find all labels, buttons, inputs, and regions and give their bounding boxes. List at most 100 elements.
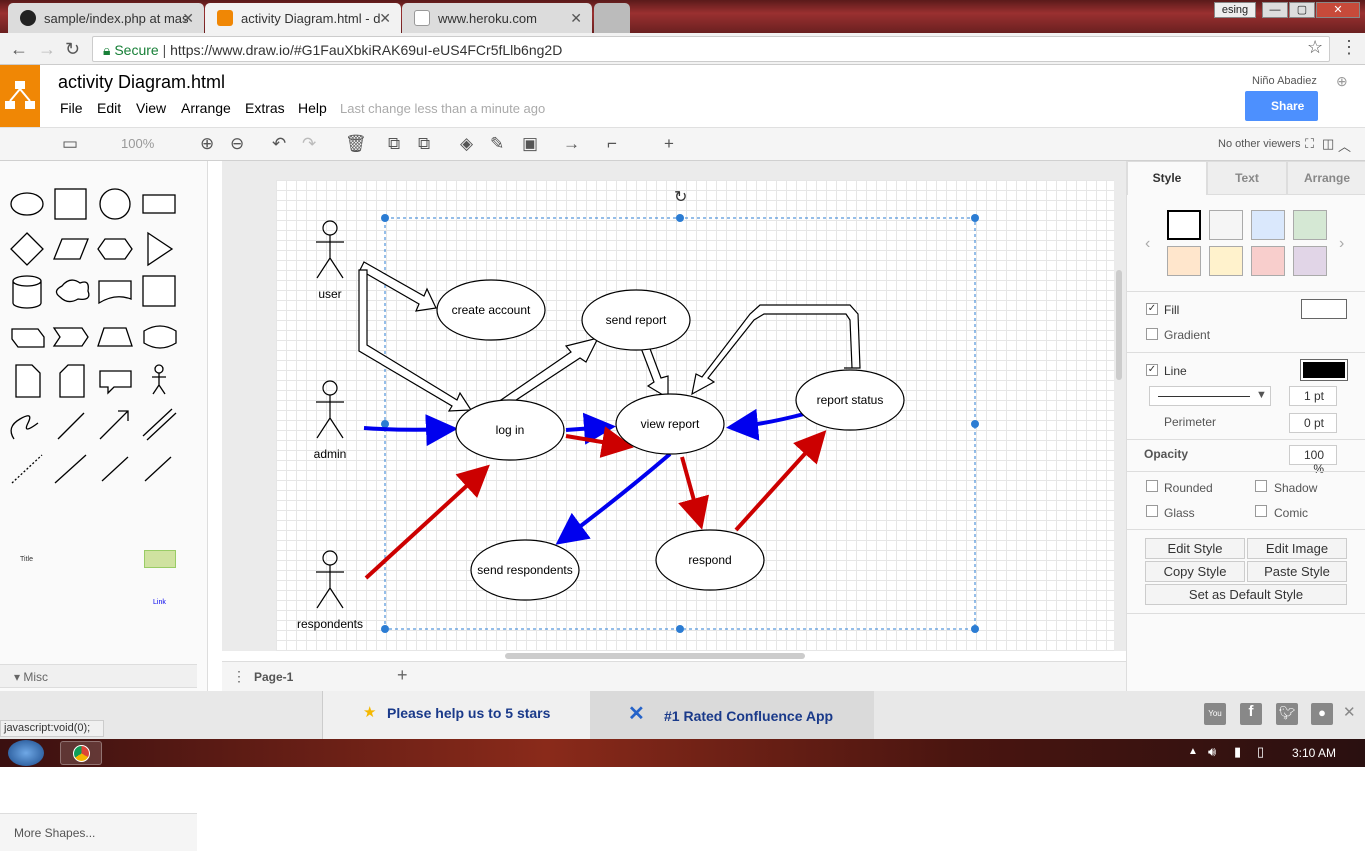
close-window-button[interactable]: ✕ [1316, 2, 1360, 18]
menu-extras[interactable]: Extras [245, 100, 285, 116]
close-tab-icon[interactable]: ✕ [570, 10, 582, 27]
gradient-checkbox[interactable] [1146, 328, 1158, 340]
to-front-icon[interactable]: ⧉ [388, 134, 400, 154]
redo-icon[interactable]: ↷ [302, 134, 316, 154]
zoom-out-icon[interactable]: ⊖ [230, 134, 244, 154]
url-field[interactable]: 🔒︎ Secure | https://www.draw.io/#G1FauXb… [92, 36, 1330, 62]
style-swatch[interactable] [1293, 246, 1327, 276]
tab-text[interactable]: Text [1207, 161, 1287, 195]
fullscreen-icon[interactable]: ⛶ [1305, 136, 1314, 152]
style-swatch[interactable] [1293, 210, 1327, 240]
edit-style-button[interactable]: Edit Style [1145, 538, 1245, 559]
misc-section-header[interactable]: ▾ Misc [0, 664, 197, 688]
github-icon[interactable]: ● [1311, 703, 1333, 725]
chrome-taskbar-button[interactable] [60, 741, 102, 765]
maximize-button[interactable]: ▢ [1289, 2, 1315, 18]
close-tab-icon[interactable]: ✕ [182, 10, 194, 27]
zoom-select[interactable]: 100% [121, 136, 154, 151]
to-back-icon[interactable]: ⧉ [418, 134, 430, 154]
twitter-icon[interactable]: 🐦︎ [1276, 703, 1298, 725]
insert-icon[interactable]: + [664, 134, 674, 154]
tray-expand-icon[interactable]: ▲ [1188, 746, 1198, 757]
shadow-icon[interactable]: ▣ [522, 134, 538, 154]
line-color-button[interactable] [1300, 359, 1348, 381]
drawio-logo[interactable] [0, 65, 40, 127]
comic-checkbox[interactable] [1255, 505, 1267, 517]
format-panel-icon[interactable]: ▭ [62, 134, 78, 154]
fill-color-icon[interactable]: ◈ [460, 134, 473, 154]
tab-arrange[interactable]: Arrange [1287, 161, 1365, 195]
title-shape[interactable]: Title [20, 556, 33, 563]
facebook-icon[interactable]: f [1240, 703, 1262, 725]
style-swatch[interactable] [1209, 246, 1243, 276]
globe-icon[interactable]: ⊕ [1336, 73, 1348, 90]
close-banner-icon[interactable]: ✕ [1343, 703, 1356, 721]
line-checkbox[interactable]: ✓ [1146, 364, 1158, 376]
paste-style-button[interactable]: Paste Style [1247, 561, 1347, 582]
browser-tab-drawio[interactable]: activity Diagram.html - d ✕ [205, 3, 401, 33]
forward-icon[interactable]: → [38, 39, 56, 60]
share-button[interactable]: Share [1245, 91, 1318, 121]
bookmark-star-icon[interactable]: ☆ [1307, 37, 1323, 58]
last-change-status[interactable]: Last change less than a minute ago [340, 101, 545, 116]
confluence-banner[interactable]: ✕ #1 Rated Confluence App [590, 691, 874, 739]
document-title[interactable]: activity Diagram.html [58, 72, 225, 93]
vertical-scrollbar[interactable] [1116, 270, 1122, 380]
user-name[interactable]: Niño Abadiez [1252, 75, 1317, 87]
collapse-icon[interactable]: ︿ [1338, 136, 1351, 155]
chevron-left-icon[interactable]: ‹ [1145, 235, 1150, 253]
rate-banner[interactable]: ★ Please help us to 5 stars [322, 691, 590, 739]
undo-icon[interactable]: ↶ [272, 134, 286, 154]
rounded-checkbox[interactable] [1146, 480, 1158, 492]
add-page-icon[interactable]: + [397, 665, 408, 686]
glass-checkbox[interactable] [1146, 505, 1158, 517]
set-default-style-button[interactable]: Set as Default Style [1145, 584, 1347, 605]
waypoints-icon[interactable]: ⌐ [607, 134, 617, 154]
page-tab[interactable]: Page-1 [254, 670, 293, 684]
style-swatch[interactable] [1251, 246, 1285, 276]
table-item[interactable] [144, 550, 176, 568]
back-icon[interactable]: ← [10, 39, 28, 60]
style-swatch[interactable] [1209, 210, 1243, 240]
style-swatch[interactable] [1167, 210, 1201, 240]
connection-icon[interactable]: → [563, 134, 580, 154]
line-width-input[interactable]: 1 pt [1289, 386, 1337, 406]
browser-tab-heroku[interactable]: www.heroku.com ✕ [402, 3, 592, 33]
menu-help[interactable]: Help [298, 100, 327, 116]
style-swatch[interactable] [1251, 210, 1285, 240]
browser-menu-icon[interactable]: ⋮ [1340, 37, 1358, 58]
menu-arrange[interactable]: Arrange [181, 100, 231, 116]
pages-menu-icon[interactable]: ⋮ [232, 668, 246, 685]
line-color-icon[interactable]: ✎ [490, 134, 504, 154]
menu-file[interactable]: File [60, 100, 83, 116]
perimeter-input[interactable]: 0 pt [1289, 413, 1337, 433]
panel-toggle-icon[interactable]: ◫ [1322, 136, 1334, 152]
network-icon[interactable]: ▮ [1234, 744, 1241, 760]
horizontal-scrollbar[interactable] [505, 653, 805, 659]
youtube-icon[interactable]: You [1204, 703, 1226, 725]
close-tab-icon[interactable]: ✕ [379, 10, 391, 27]
new-tab-button[interactable] [594, 3, 630, 33]
browser-tab-github[interactable]: sample/index.php at mas ✕ [8, 3, 204, 33]
edit-image-button[interactable]: Edit Image [1247, 538, 1347, 559]
link-shape-item[interactable]: Link [153, 599, 166, 606]
shadow-checkbox[interactable] [1255, 480, 1267, 492]
zoom-in-icon[interactable]: ⊕ [200, 134, 214, 154]
delete-icon[interactable]: 🗑︎ [345, 134, 367, 154]
fill-checkbox[interactable]: ✓ [1146, 303, 1158, 315]
opacity-input[interactable]: 100 % [1289, 445, 1337, 476]
chevron-right-icon[interactable]: › [1339, 235, 1344, 253]
menu-edit[interactable]: Edit [97, 100, 121, 116]
more-shapes-button[interactable]: More Shapes... [0, 813, 197, 851]
copy-style-button[interactable]: Copy Style [1145, 561, 1245, 582]
line-pattern-select[interactable]: ▼ [1149, 386, 1271, 406]
battery-icon[interactable]: ▯ [1257, 744, 1264, 760]
start-button[interactable] [8, 740, 44, 766]
minimize-button[interactable]: — [1262, 2, 1288, 18]
menu-view[interactable]: View [136, 100, 166, 116]
volume-icon[interactable]: 🔊︎ [1208, 744, 1216, 760]
tab-style[interactable]: Style [1127, 161, 1207, 195]
fill-color-button[interactable] [1301, 299, 1347, 319]
style-swatch[interactable] [1167, 246, 1201, 276]
diagram-svg[interactable]: ↻ user admin respondents create account … [276, 180, 1114, 651]
